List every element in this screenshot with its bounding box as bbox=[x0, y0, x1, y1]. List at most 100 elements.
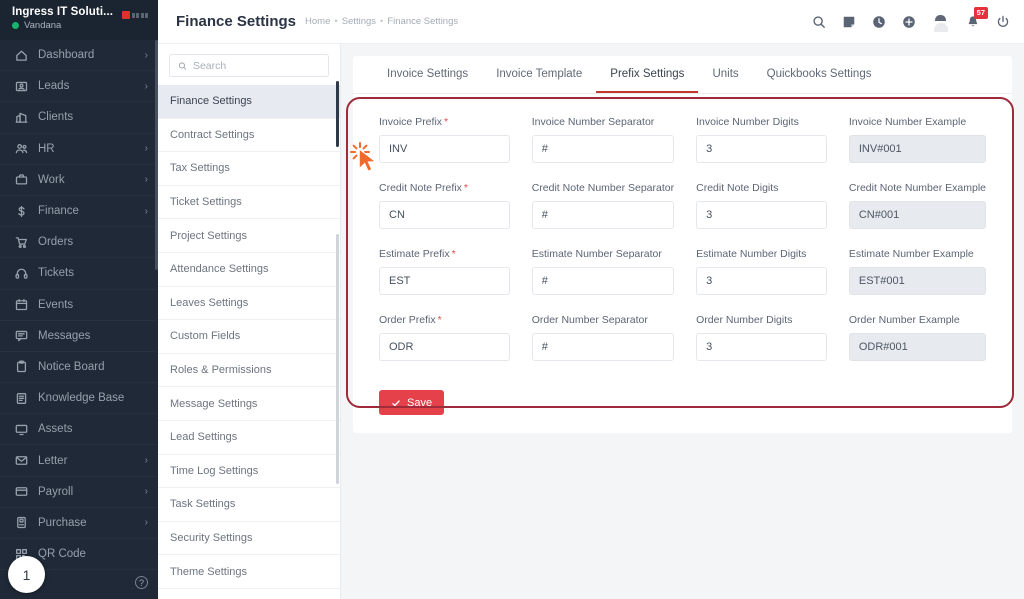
settings-scrollbar-track[interactable] bbox=[336, 234, 339, 484]
settings-search-input[interactable] bbox=[192, 59, 320, 72]
sidebar-item-leads[interactable]: Leads › bbox=[0, 71, 158, 103]
body-area: Finance SettingsContract SettingsTax Set… bbox=[158, 44, 1024, 599]
settings-item-message-settings[interactable]: Message Settings bbox=[158, 387, 340, 421]
logo-bars bbox=[131, 12, 148, 18]
sidebar-item-label: Knowledge Base bbox=[38, 392, 125, 405]
note-icon[interactable] bbox=[841, 14, 856, 29]
search-icon[interactable] bbox=[811, 14, 826, 29]
sidebar-item-label: Tickets bbox=[38, 267, 74, 280]
top-bar: Finance Settings Home • Settings • Finance S… bbox=[158, 0, 1024, 44]
settings-item-roles-permissions[interactable]: Roles & Permissions bbox=[158, 354, 340, 388]
breadcrumb-item[interactable]: Finance Settings bbox=[387, 16, 458, 27]
settings-item-project-settings[interactable]: Project Settings bbox=[158, 219, 340, 253]
sidebar-item-label: Notice Board bbox=[38, 360, 105, 373]
field-credit-note-prefix: Credit Note Prefix * bbox=[379, 182, 510, 229]
input-credit-note-digits[interactable] bbox=[696, 201, 827, 229]
settings-search-box[interactable] bbox=[169, 54, 329, 77]
input-credit-note-number-separator[interactable] bbox=[531, 201, 675, 229]
input-invoice-prefix[interactable] bbox=[379, 135, 510, 163]
settings-item-finance-settings[interactable]: Finance Settings bbox=[158, 85, 340, 119]
input-invoice-number-separator[interactable] bbox=[531, 135, 675, 163]
settings-item-security-settings[interactable]: Security Settings bbox=[158, 522, 340, 556]
label-order-number-separator: Order Number Separator bbox=[532, 314, 674, 326]
clipboard-icon bbox=[14, 360, 28, 374]
home-icon bbox=[14, 48, 28, 62]
sidebar-item-events[interactable]: Events bbox=[0, 290, 158, 321]
settings-item-task-settings[interactable]: Task Settings bbox=[158, 488, 340, 522]
input-invoice-number-digits[interactable] bbox=[696, 135, 827, 163]
sidebar-item-hr[interactable]: HR › bbox=[0, 134, 158, 165]
settings-item-attendance-settings[interactable]: Attendance Settings bbox=[158, 253, 340, 287]
help-icon[interactable]: ? bbox=[135, 576, 148, 589]
settings-item-ticket-settings[interactable]: Ticket Settings bbox=[158, 186, 340, 220]
avatar[interactable] bbox=[931, 12, 950, 31]
input-order-prefix[interactable] bbox=[379, 333, 510, 361]
field-invoice-prefix: Invoice Prefix * bbox=[379, 116, 510, 163]
field-credit-note-number-separator: Credit Note Number Separator bbox=[531, 182, 675, 229]
breadcrumb-item[interactable]: Home bbox=[305, 16, 330, 27]
input-estimate-prefix[interactable] bbox=[379, 267, 510, 295]
field-estimate-prefix: Estimate Prefix * bbox=[379, 248, 510, 295]
sidebar-item-assets[interactable]: Assets bbox=[0, 414, 158, 446]
settings-scrollbar-thumb[interactable] bbox=[336, 81, 339, 147]
input-credit-note-prefix[interactable] bbox=[379, 201, 510, 229]
settings-item-tax-settings[interactable]: Tax Settings bbox=[158, 152, 340, 186]
field-invoice-number-separator: Invoice Number Separator bbox=[531, 116, 675, 163]
check-icon bbox=[392, 399, 400, 406]
brand-header[interactable]: Ingress IT Soluti... Vandana bbox=[0, 0, 158, 40]
brand-left: Ingress IT Soluti... Vandana bbox=[12, 6, 113, 31]
breadcrumb-item[interactable]: Settings bbox=[342, 16, 376, 27]
tab-invoice-template[interactable]: Invoice Template bbox=[482, 56, 596, 93]
label-credit-note-number-example: Credit Note Number Example bbox=[849, 182, 986, 194]
sidebar-item-orders[interactable]: Orders bbox=[0, 227, 158, 259]
save-button[interactable]: Save bbox=[379, 390, 445, 415]
wallet-icon bbox=[14, 485, 28, 499]
label-estimate-prefix: Estimate Prefix * bbox=[379, 248, 510, 260]
label-text: Estimate Number Separator bbox=[531, 248, 662, 260]
tab-units[interactable]: Units bbox=[698, 56, 752, 93]
plus-circle-icon[interactable] bbox=[901, 14, 916, 29]
tab-prefix-settings[interactable]: Prefix Settings bbox=[596, 56, 699, 93]
brand-logo-icon bbox=[121, 11, 148, 19]
power-icon[interactable] bbox=[995, 14, 1010, 29]
tab-invoice-settings[interactable]: Invoice Settings bbox=[373, 56, 482, 93]
settings-item-contract-settings[interactable]: Contract Settings bbox=[158, 119, 340, 153]
sidebar-item-knowledge-base[interactable]: Knowledge Base bbox=[0, 383, 158, 415]
input-order-number-separator[interactable] bbox=[531, 333, 675, 361]
chevron-right-icon: › bbox=[144, 517, 148, 529]
label-text: Estimate Prefix bbox=[379, 248, 450, 260]
required-asterisk: * bbox=[451, 248, 456, 260]
sidebar-item-payroll[interactable]: Payroll › bbox=[0, 477, 158, 508]
dollar-icon bbox=[14, 204, 28, 218]
sidebar-item-dashboard[interactable]: Dashboard › bbox=[0, 40, 158, 72]
settings-item-theme-settings[interactable]: Theme Settings bbox=[158, 555, 340, 589]
sidebar-item-messages[interactable]: Messages bbox=[0, 321, 158, 352]
sidebar-item-purchase[interactable]: Purchase › bbox=[0, 508, 158, 539]
sidebar-item-finance[interactable]: Finance › bbox=[0, 196, 158, 228]
chevron-right-icon: › bbox=[144, 486, 148, 498]
online-status-dot bbox=[12, 22, 19, 29]
sidebar-item-label: Assets bbox=[38, 423, 73, 436]
sidebar-item-clients[interactable]: Clients bbox=[0, 102, 158, 134]
required-asterisk: * bbox=[463, 182, 468, 194]
settings-item-lead-settings[interactable]: Lead Settings bbox=[158, 421, 340, 455]
sidebar-item-label: Payroll bbox=[38, 485, 74, 498]
settings-item-time-log-settings[interactable]: Time Log Settings bbox=[158, 455, 340, 489]
input-estimate-number-digits[interactable] bbox=[696, 267, 827, 295]
sidebar-item-notice-board[interactable]: Notice Board bbox=[0, 352, 158, 384]
input-order-number-digits[interactable] bbox=[696, 333, 827, 361]
briefcase-icon bbox=[14, 173, 28, 187]
settings-item-leaves-settings[interactable]: Leaves Settings bbox=[158, 287, 340, 321]
required-asterisk: * bbox=[444, 116, 449, 128]
sidebar-item-work[interactable]: Work › bbox=[0, 165, 158, 196]
sidebar-item-tickets[interactable]: Tickets bbox=[0, 258, 158, 290]
clock-icon[interactable] bbox=[871, 14, 886, 29]
input-estimate-number-separator[interactable] bbox=[531, 267, 675, 295]
bell-icon[interactable]: 57 bbox=[965, 7, 988, 29]
label-credit-note-prefix: Credit Note Prefix * bbox=[379, 182, 510, 194]
tab-quickbooks-settings[interactable]: Quickbooks Settings bbox=[753, 56, 886, 93]
breadcrumb: Home • Settings • Finance Settings bbox=[305, 16, 458, 27]
settings-item-custom-fields[interactable]: Custom Fields bbox=[158, 320, 340, 354]
sidebar-item-letter[interactable]: Letter › bbox=[0, 445, 158, 477]
chevron-right-icon: › bbox=[144, 455, 148, 467]
